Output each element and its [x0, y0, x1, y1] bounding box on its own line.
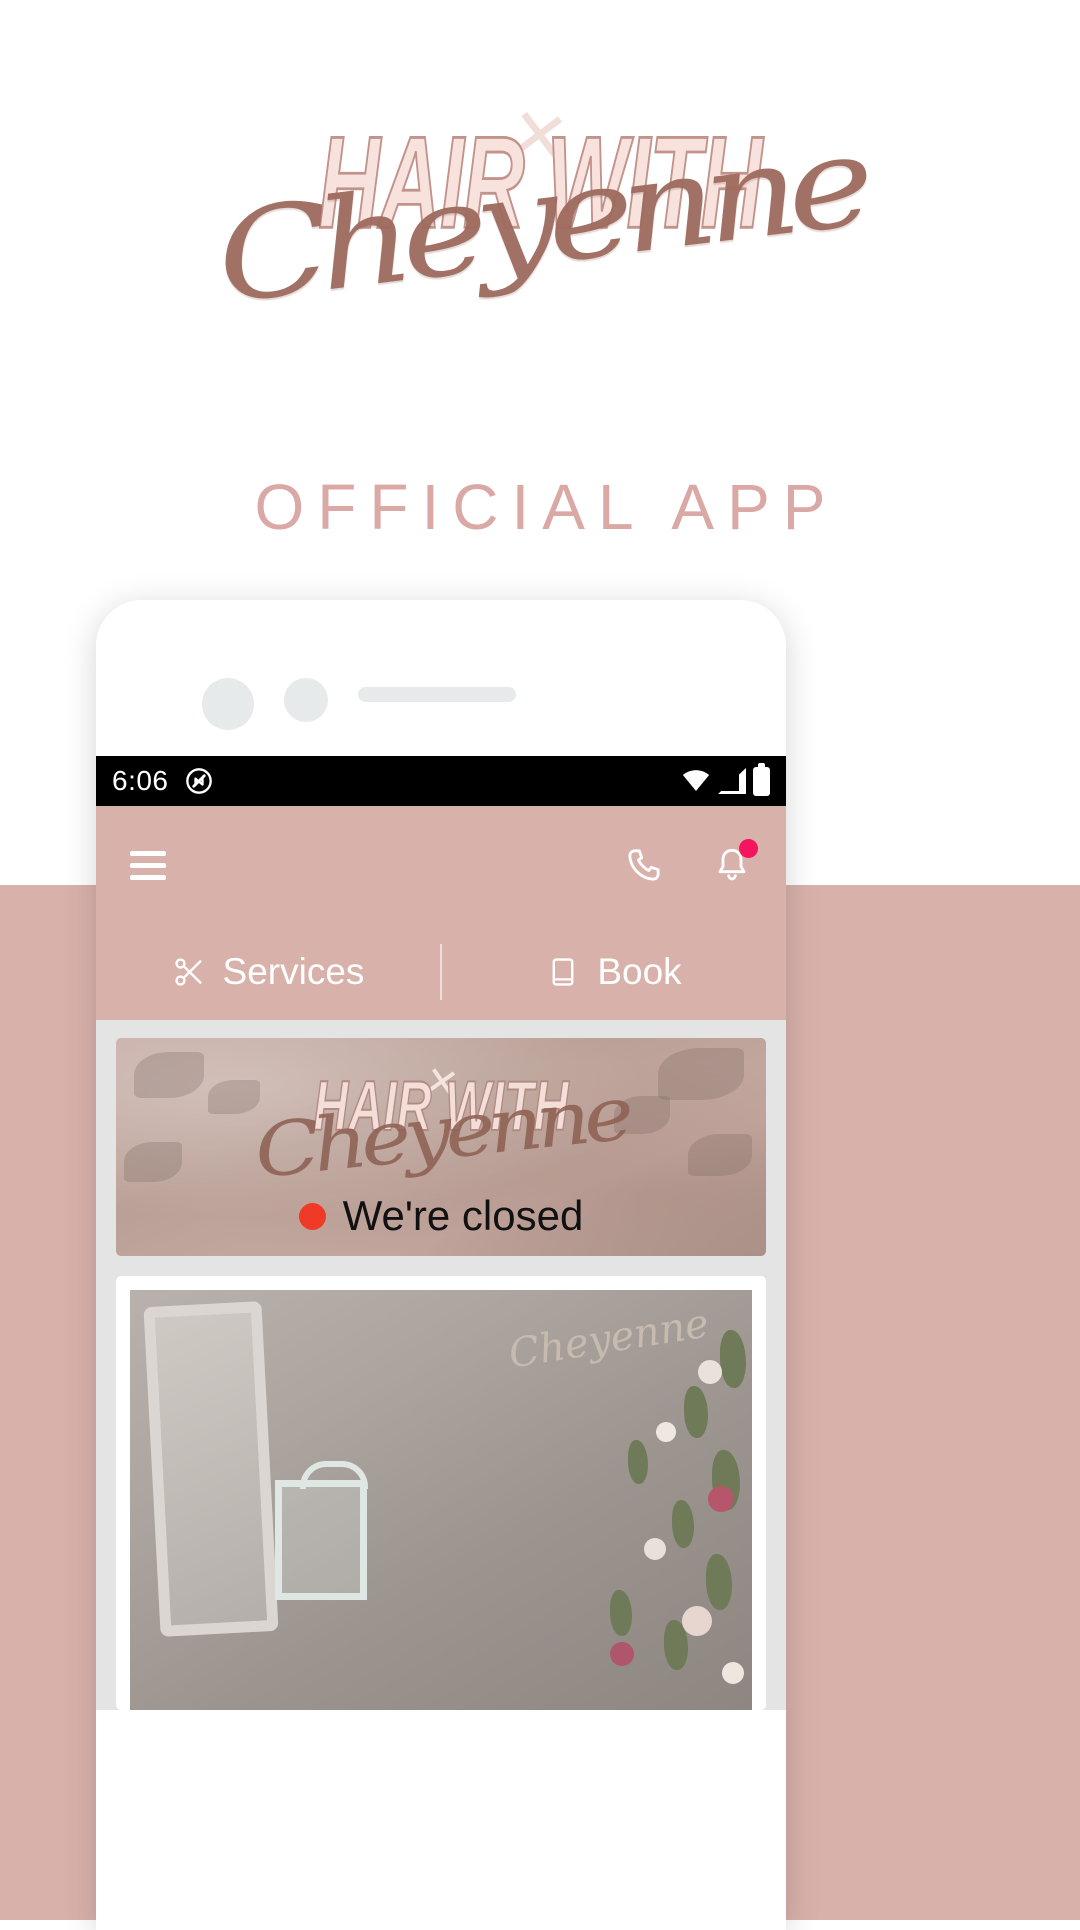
wifi-icon — [682, 770, 710, 791]
tab-book-label: Book — [597, 951, 682, 992]
phone-mockup: 6:06 Services Book ✕ HAIR WITH Cheyenne … — [96, 600, 786, 1930]
tab-services-label: Services — [222, 951, 365, 992]
phone-icon[interactable] — [624, 845, 664, 885]
status-badge-label: We're closed — [342, 1192, 584, 1239]
status-bar-icons — [681, 762, 770, 796]
hamburger-menu-icon[interactable] — [130, 844, 166, 887]
lantern-decor — [275, 1461, 368, 1600]
brand-logo: ✕ HAIR WITH Cheyenne — [0, 40, 1080, 350]
battery-icon — [753, 762, 770, 796]
app-content-area: ✕ HAIR WITH Cheyenne We're closed Cheyen… — [96, 1020, 786, 1710]
status-indicator-dot — [298, 1202, 326, 1230]
salon-status-banner[interactable]: ✕ HAIR WITH Cheyenne We're closed — [116, 1038, 766, 1256]
proximity-sensor-icon — [284, 678, 328, 722]
official-app-tagline: OFFICIAL APP — [254, 471, 839, 543]
phone-screen: 6:06 Services Book ✕ HAIR WITH Cheyenne … — [96, 756, 786, 1930]
bell-icon[interactable] — [712, 839, 758, 885]
scissors-icon — [172, 955, 206, 989]
gallery-card[interactable]: Cheyenne — [116, 1276, 766, 1710]
cell-signal-icon — [718, 768, 746, 794]
status-badge: We're closed — [116, 1192, 766, 1240]
salon-interior-photo: Cheyenne — [130, 1290, 752, 1710]
front-camera-icon — [202, 678, 254, 730]
app-bar: Services Book — [96, 806, 786, 1020]
tab-book[interactable]: Book — [442, 951, 786, 993]
phone-top-bezel — [96, 600, 786, 756]
book-icon — [546, 955, 580, 989]
mirror-decor — [143, 1301, 279, 1637]
earpiece-speaker — [358, 687, 516, 702]
notification-badge — [739, 839, 758, 858]
status-bar-time: 6:06 — [112, 765, 169, 796]
status-bar: 6:06 — [96, 756, 786, 806]
app-tab-bar: Services Book — [96, 924, 786, 1020]
tab-services[interactable]: Services — [96, 951, 440, 993]
wall-sign-cheyenne: Cheyenne — [506, 1300, 713, 1378]
do-not-disturb-icon — [185, 767, 213, 795]
